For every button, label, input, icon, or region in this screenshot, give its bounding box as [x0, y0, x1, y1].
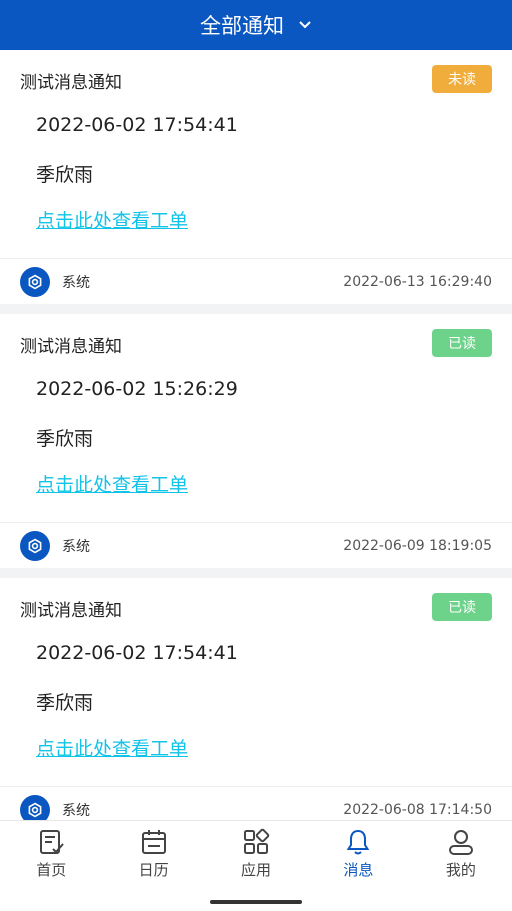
notification-card[interactable]: 测试消息通知 已读 2022-06-02 15:26:29 季欣雨 点击此处查看… [0, 314, 512, 568]
view-ticket-link[interactable]: 点击此处查看工单 [36, 734, 188, 761]
notification-card[interactable]: 测试消息通知 未读 2022-06-02 17:54:41 季欣雨 点击此处查看… [0, 50, 512, 304]
tab-messages[interactable]: 消息 [307, 821, 409, 891]
view-ticket-link[interactable]: 点击此处查看工单 [36, 470, 188, 497]
notification-card[interactable]: 测试消息通知 已读 2022-06-02 17:54:41 季欣雨 点击此处查看… [0, 578, 512, 820]
notification-title: 测试消息通知 [20, 73, 122, 93]
tab-label: 应用 [241, 861, 272, 879]
notification-person: 季欣雨 [36, 164, 94, 186]
notification-date: 2022-06-02 17:54:41 [36, 114, 238, 136]
apps-icon [241, 827, 271, 857]
profile-icon [446, 827, 476, 857]
tab-apps[interactable]: 应用 [205, 821, 307, 891]
notification-list[interactable]: 测试消息通知 未读 2022-06-02 17:54:41 季欣雨 点击此处查看… [0, 50, 512, 820]
notification-date: 2022-06-02 17:54:41 [36, 642, 238, 664]
card-footer: 系统 2022-06-13 16:29:40 [0, 258, 512, 304]
tab-label: 首页 [36, 861, 67, 879]
tab-label: 日历 [138, 861, 169, 879]
source-label: 系统 [62, 538, 90, 555]
page-title: 全部通知 [200, 14, 284, 38]
system-gear-icon [20, 530, 50, 561]
system-gear-icon [20, 794, 50, 820]
status-badge: 未读 [432, 65, 492, 93]
calendar-icon [139, 827, 169, 857]
header-filter[interactable]: 全部通知 [0, 0, 512, 50]
status-badge: 已读 [432, 593, 492, 621]
card-footer: 系统 2022-06-09 18:19:05 [0, 522, 512, 568]
status-badge: 已读 [432, 329, 492, 357]
view-ticket-link[interactable]: 点击此处查看工单 [36, 206, 188, 233]
notification-title: 测试消息通知 [20, 337, 122, 357]
source-label: 系统 [62, 802, 90, 819]
home-indicator [210, 900, 302, 904]
card-footer: 系统 2022-06-08 17:14:50 [0, 786, 512, 820]
timestamp: 2022-06-08 17:14:50 [343, 801, 492, 818]
timestamp: 2022-06-09 18:19:05 [343, 537, 492, 554]
notification-person: 季欣雨 [36, 692, 94, 714]
tab-profile[interactable]: 我的 [410, 821, 512, 891]
bell-icon [343, 827, 373, 857]
source-label: 系统 [62, 274, 90, 291]
home-icon [36, 827, 66, 857]
tab-label: 我的 [445, 861, 476, 879]
tab-home[interactable]: 首页 [0, 821, 102, 891]
bottom-tab-bar: 首页 日历 应用 消息 我的 [0, 820, 512, 911]
system-gear-icon [20, 266, 50, 297]
chevron-down-icon [298, 20, 312, 30]
tab-label: 消息 [343, 861, 374, 879]
notification-title: 测试消息通知 [20, 601, 122, 621]
notification-person: 季欣雨 [36, 428, 94, 450]
timestamp: 2022-06-13 16:29:40 [343, 273, 492, 290]
notification-date: 2022-06-02 15:26:29 [36, 378, 238, 400]
tab-calendar[interactable]: 日历 [102, 821, 204, 891]
